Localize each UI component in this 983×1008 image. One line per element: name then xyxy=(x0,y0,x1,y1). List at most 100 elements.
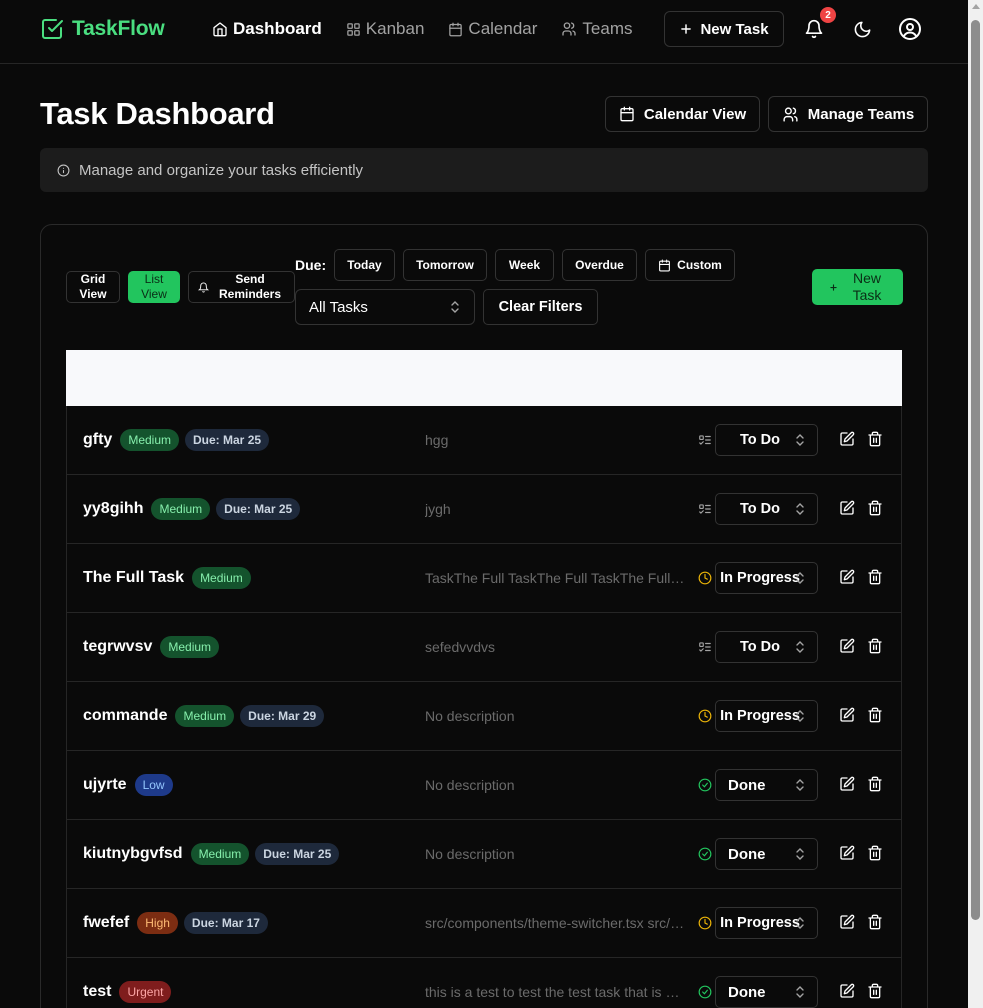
due-filter-today[interactable]: Today xyxy=(334,249,395,281)
task-title-group: tegrwvsv Medium xyxy=(83,613,220,681)
trash-icon[interactable] xyxy=(867,707,883,723)
task-row[interactable]: yy8gihh Medium Due: Mar 25 jygh To Do xyxy=(66,475,902,544)
nav-new-task-button[interactable]: New Task xyxy=(664,11,784,47)
brand-logo[interactable]: TaskFlow xyxy=(40,16,165,42)
task-name[interactable]: fwefef xyxy=(83,914,129,932)
task-row[interactable]: fwefef High Due: Mar 17 src/components/them… xyxy=(66,889,902,958)
new-task-label: New Task xyxy=(852,270,882,303)
trash-icon[interactable] xyxy=(867,983,883,999)
clock-icon xyxy=(698,916,712,930)
due-filter-tomorrow[interactable]: Tomorrow xyxy=(403,249,487,281)
manage-teams-button[interactable]: Manage Teams xyxy=(768,96,928,132)
nav-link-label: Calendar xyxy=(468,19,538,38)
task-row[interactable]: The Full Task Medium TaskThe Full TaskThe … xyxy=(66,544,902,613)
task-row[interactable]: ujyrte Low No description Done xyxy=(66,751,902,820)
task-description-text: sefedvvdvs xyxy=(425,639,496,655)
task-description: sefedvvdvs xyxy=(425,613,685,681)
due-filter-overdue[interactable]: Overdue xyxy=(562,249,637,281)
priority-badge: Medium xyxy=(120,429,180,451)
list-todo-icon xyxy=(698,640,712,654)
due-date-badge: Due: Mar 25 xyxy=(255,843,340,865)
trash-icon[interactable] xyxy=(867,845,883,861)
task-description: TaskThe Full TaskThe Full TaskThe Full T… xyxy=(425,544,685,612)
chevrons-up-down-icon xyxy=(795,986,805,998)
nav-link-calendar[interactable]: Calendar xyxy=(448,18,537,40)
due-filter-label: Week xyxy=(508,257,541,272)
status-value: In Progress xyxy=(720,914,800,931)
theme-toggle-button[interactable] xyxy=(849,16,875,42)
status-select[interactable]: To Do xyxy=(715,631,818,663)
new-task-button[interactable]: New Task xyxy=(812,269,903,305)
task-filter-select[interactable]: All Tasks xyxy=(295,289,475,325)
edit-icon[interactable] xyxy=(839,500,855,516)
due-filter-label: Tomorrow xyxy=(416,257,474,272)
edit-icon[interactable] xyxy=(839,707,855,723)
status-select[interactable]: Done xyxy=(715,838,818,870)
edit-icon[interactable] xyxy=(839,845,855,861)
task-row[interactable]: test Urgent this is a test to test the tes… xyxy=(66,958,902,1008)
profile-button[interactable] xyxy=(897,16,923,42)
status-value: To Do xyxy=(740,638,780,655)
send-reminders-label: Send Reminders xyxy=(218,272,282,301)
trash-icon[interactable] xyxy=(867,914,883,930)
users-icon xyxy=(782,106,799,123)
trash-icon[interactable] xyxy=(867,638,883,654)
due-filter-week[interactable]: Week xyxy=(495,249,554,281)
status-select[interactable]: In Progress xyxy=(715,700,818,732)
edit-icon[interactable] xyxy=(839,569,855,585)
calendar-icon xyxy=(658,259,671,272)
task-name[interactable]: tegrwvsv xyxy=(83,638,152,656)
calendar-view-button[interactable]: Calendar View xyxy=(605,96,760,132)
task-title-group: ujyrte Low xyxy=(83,751,173,819)
clear-filters-button[interactable]: Clear Filters xyxy=(483,289,598,325)
edit-icon[interactable] xyxy=(839,983,855,999)
status-select[interactable]: In Progress xyxy=(715,907,818,939)
status-select[interactable]: In Progress xyxy=(715,562,818,594)
task-row[interactable]: commande Medium Due: Mar 29 No description I… xyxy=(66,682,902,751)
task-row[interactable]: gfty Medium Due: Mar 25 hgg To Do xyxy=(66,406,902,475)
status-select[interactable]: Done xyxy=(715,769,818,801)
list-view-button[interactable]: List View xyxy=(128,271,180,303)
task-row[interactable]: kiutnybgvfsd Medium Due: Mar 25 No descript… xyxy=(66,820,902,889)
priority-badge: Urgent xyxy=(119,981,172,1003)
edit-icon[interactable] xyxy=(839,914,855,930)
status-value: Done xyxy=(728,776,766,794)
task-filter-value: All Tasks xyxy=(309,298,368,316)
task-title-group: commande Medium Due: Mar 29 xyxy=(83,682,325,750)
due-filter-custom[interactable]: Custom xyxy=(645,249,735,281)
task-name[interactable]: yy8gihh xyxy=(83,500,143,518)
list-todo-icon xyxy=(698,502,712,516)
scroll-up-arrow-icon[interactable] xyxy=(972,4,980,9)
nav-link-dashboard[interactable]: Dashboard xyxy=(212,18,322,40)
due-date-badge: Due: Mar 17 xyxy=(183,912,268,934)
send-reminders-button[interactable]: Send Reminders xyxy=(188,271,295,303)
task-name[interactable]: test xyxy=(83,983,111,1001)
edit-icon[interactable] xyxy=(839,776,855,792)
task-description: this is a test to test the test task tha… xyxy=(425,958,685,1008)
scrollbar-thumb[interactable] xyxy=(971,20,980,920)
trash-icon[interactable] xyxy=(867,431,883,447)
task-list: gfty Medium Due: Mar 25 hgg To Do yy8gihh Medi… xyxy=(66,406,902,1008)
edit-icon[interactable] xyxy=(839,431,855,447)
calendar-icon xyxy=(619,106,635,122)
task-name[interactable]: commande xyxy=(83,707,167,725)
edit-icon[interactable] xyxy=(839,638,855,654)
status-select[interactable]: To Do xyxy=(715,424,818,456)
task-name[interactable]: kiutnybgvfsd xyxy=(83,845,183,863)
status-select[interactable]: Done xyxy=(715,976,818,1008)
task-name[interactable]: gfty xyxy=(83,431,112,449)
chevrons-up-down-icon xyxy=(795,917,805,929)
task-name[interactable]: The Full Task xyxy=(83,569,184,587)
trash-icon[interactable] xyxy=(867,569,883,585)
bell-icon xyxy=(198,282,209,293)
priority-badge: Medium xyxy=(192,567,251,589)
nav-link-kanban[interactable]: Kanban xyxy=(346,18,424,40)
task-row[interactable]: tegrwvsv Medium sefedvvdvs To Do xyxy=(66,613,902,682)
grid-view-button[interactable]: Grid View xyxy=(66,271,120,303)
nav-link-teams[interactable]: Teams xyxy=(561,18,633,40)
trash-icon[interactable] xyxy=(867,500,883,516)
status-select[interactable]: To Do xyxy=(715,493,818,525)
task-name[interactable]: ujyrte xyxy=(83,776,127,794)
priority-badge: Medium xyxy=(175,705,235,727)
trash-icon[interactable] xyxy=(867,776,883,792)
